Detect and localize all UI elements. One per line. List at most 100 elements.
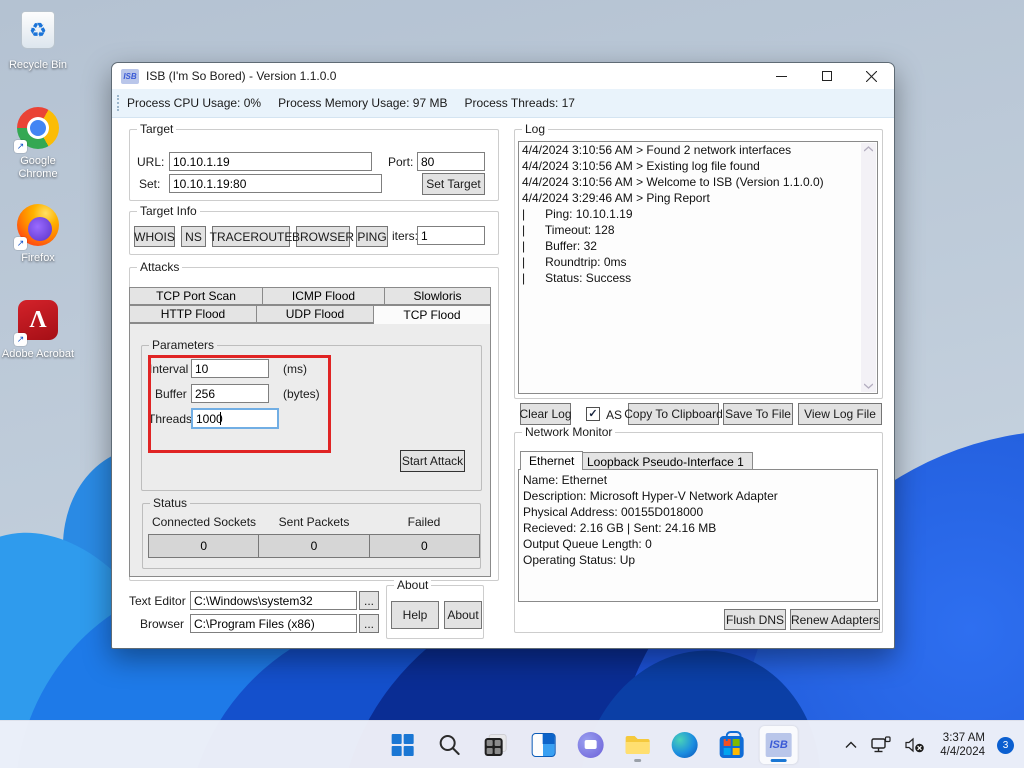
- url-label: URL:: [137, 155, 164, 169]
- clock-time: 3:37 AM: [940, 731, 985, 745]
- text-editor-browse-button[interactable]: ...: [359, 591, 379, 610]
- scroll-up-icon[interactable]: [864, 146, 873, 152]
- maximize-button[interactable]: [804, 63, 849, 89]
- tab-tcp-port-scan[interactable]: TCP Port Scan: [129, 287, 263, 305]
- status-headers: Connected Sockets Sent Packets Failed: [149, 515, 479, 529]
- renew-adapters-button[interactable]: Renew Adapters: [790, 609, 880, 630]
- browser-input[interactable]: [190, 614, 357, 633]
- desktop-icon-google-chrome[interactable]: ↗ Google Chrome: [0, 106, 76, 181]
- help-button[interactable]: Help: [391, 601, 439, 629]
- tab-tcp-flood-active[interactable]: TCP Flood: [373, 305, 491, 324]
- whois-button[interactable]: WHOIS: [134, 226, 175, 247]
- set-label: Set:: [139, 177, 160, 191]
- set-input[interactable]: [169, 174, 382, 193]
- browser-browse-button[interactable]: ...: [359, 614, 379, 633]
- widgets-button[interactable]: [525, 726, 563, 764]
- log-list[interactable]: 4/4/2024 3:10:56 AM > Found 2 network in…: [518, 141, 878, 394]
- log-line: 4/4/2024 3:10:56 AM > Welcome to ISB (Ve…: [519, 174, 877, 190]
- tab-icmp-flood[interactable]: ICMP Flood: [262, 287, 385, 305]
- shortcut-arrow-icon: ↗: [14, 333, 27, 346]
- flush-dns-button[interactable]: Flush DNS: [724, 609, 786, 630]
- log-scrollbar[interactable]: [861, 143, 876, 392]
- desktop-icon-firefox[interactable]: ↗ Firefox: [0, 203, 76, 265]
- log-line: 4/4/2024 3:10:56 AM > Existing log file …: [519, 158, 877, 174]
- iters-input[interactable]: [417, 226, 485, 245]
- chat-button[interactable]: [572, 726, 610, 764]
- buffer-label: Buffer: [155, 387, 187, 401]
- network-info-line: Name: Ethernet: [523, 472, 873, 488]
- save-to-file-button[interactable]: Save To File: [723, 403, 793, 425]
- threads-label: Threads: [148, 412, 192, 426]
- traceroute-button[interactable]: TRACEROUTE: [212, 226, 290, 247]
- recycle-bin-icon: ♻: [21, 11, 55, 49]
- tab-slowloris[interactable]: Slowloris: [384, 287, 491, 305]
- store-button[interactable]: [713, 726, 751, 764]
- network-info-line: Operating Status: Up: [523, 552, 873, 568]
- window-title: ISB (I'm So Bored) - Version 1.1.0.0: [146, 69, 336, 83]
- buffer-input[interactable]: [191, 384, 269, 403]
- shortcut-arrow-icon: ↗: [14, 237, 27, 250]
- taskbar-clock[interactable]: 3:37 AM 4/4/2024: [934, 731, 991, 759]
- desktop-icon-label: Firefox: [0, 252, 76, 265]
- start-attack-button[interactable]: Start Attack: [400, 450, 465, 472]
- ping-button[interactable]: PING: [356, 226, 388, 247]
- notification-badge[interactable]: 3: [997, 737, 1014, 754]
- title-bar[interactable]: ISB ISB (I'm So Bored) - Version 1.1.0.0: [112, 63, 894, 89]
- interval-label: Interval: [149, 362, 188, 376]
- tab-http-flood[interactable]: HTTP Flood: [129, 305, 257, 323]
- interval-unit: (ms): [283, 362, 307, 376]
- text-editor-label: Text Editor: [129, 594, 186, 608]
- view-log-file-button[interactable]: View Log File: [798, 403, 882, 425]
- browser-label: Browser: [140, 617, 184, 631]
- log-line: | Timeout: 128: [519, 222, 877, 238]
- taskbar: ISB 3:37 AM 4/4/2024: [0, 720, 1024, 768]
- clear-log-button[interactable]: Clear Log: [520, 403, 571, 425]
- active-app-indicator: [771, 759, 787, 762]
- close-button[interactable]: [849, 63, 894, 89]
- edge-button[interactable]: [666, 726, 704, 764]
- file-explorer-button[interactable]: [619, 726, 657, 764]
- interval-input[interactable]: [191, 359, 269, 378]
- about-button[interactable]: About: [444, 601, 482, 629]
- log-line: | Buffer: 32: [519, 238, 877, 254]
- chat-icon: [578, 732, 604, 758]
- as-checkbox[interactable]: ✓: [586, 407, 600, 421]
- desktop-icon-recycle-bin[interactable]: ♻ Recycle Bin: [0, 8, 76, 72]
- minimize-button[interactable]: [759, 63, 804, 89]
- desktop-icon-label: Google Chrome: [0, 155, 76, 181]
- shortcut-arrow-icon: ↗: [14, 140, 27, 153]
- desktop-icon-adobe-acrobat[interactable]: Λ ↗ Adobe Acrobat: [0, 298, 76, 361]
- port-label: Port:: [388, 155, 413, 169]
- network-info-line: Description: Microsoft Hyper-V Network A…: [523, 488, 873, 504]
- browser-button[interactable]: BROWSER: [296, 226, 350, 247]
- status-values: 0 0 0: [149, 534, 480, 558]
- tray-chevron-button[interactable]: [840, 727, 862, 763]
- network-tray-button[interactable]: [866, 727, 896, 763]
- isb-app-window: ISB ISB (I'm So Bored) - Version 1.1.0.0…: [111, 62, 895, 649]
- ns-button[interactable]: NS: [181, 226, 206, 247]
- tab-udp-flood[interactable]: UDP Flood: [256, 305, 374, 323]
- volume-tray-button[interactable]: [900, 727, 930, 763]
- threads-input-focused[interactable]: [191, 408, 279, 429]
- tab-ethernet-active[interactable]: Ethernet: [520, 451, 583, 470]
- widgets-icon: [532, 733, 556, 757]
- status-group-label: Status: [150, 496, 190, 510]
- set-target-button[interactable]: Set Target: [422, 173, 485, 195]
- text-caret: [220, 412, 221, 425]
- failed-value: 0: [369, 534, 480, 558]
- task-view-button[interactable]: [478, 726, 516, 764]
- search-button[interactable]: [431, 726, 469, 764]
- scroll-down-icon[interactable]: [864, 383, 873, 389]
- text-editor-input[interactable]: [190, 591, 357, 610]
- log-line: | Ping: 10.10.1.19: [519, 206, 877, 222]
- port-input[interactable]: [417, 152, 485, 171]
- isb-taskbar-button-active[interactable]: ISB: [760, 726, 798, 764]
- url-input[interactable]: [169, 152, 372, 171]
- edge-icon: [672, 732, 698, 758]
- log-line: | Roundtrip: 0ms: [519, 254, 877, 270]
- search-icon: [438, 733, 462, 757]
- copy-to-clipboard-button[interactable]: Copy To Clipboard: [628, 403, 719, 425]
- clock-date: 4/4/2024: [940, 745, 985, 759]
- start-button[interactable]: [384, 726, 422, 764]
- log-line: | Status: Success: [519, 270, 877, 286]
